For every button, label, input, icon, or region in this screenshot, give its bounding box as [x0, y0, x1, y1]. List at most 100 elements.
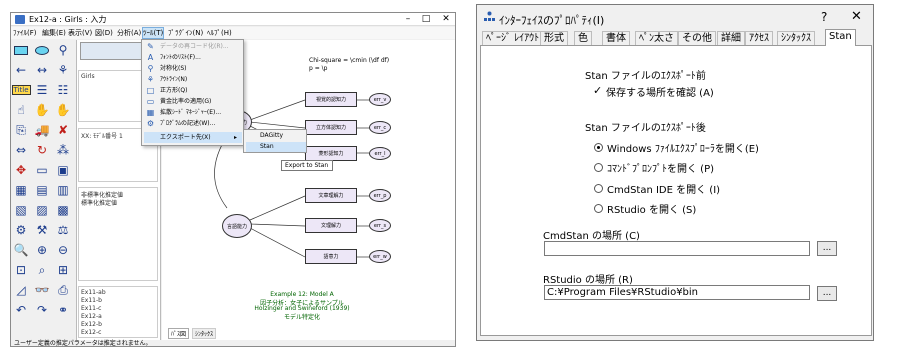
group-item[interactable]: Girls	[81, 73, 95, 80]
menu-edit[interactable]: 編集(E)	[42, 28, 66, 38]
file-item[interactable]: Ex11-b	[81, 297, 102, 304]
zoom-area-icon[interactable]: 🔍	[12, 242, 30, 258]
calculate-icon[interactable]: ▥	[54, 182, 72, 198]
move-param-icon[interactable]: ✥	[12, 162, 30, 178]
select-one-icon[interactable]: ☝	[12, 102, 30, 118]
submenu-item-stan[interactable]: Stan	[246, 142, 306, 152]
observed-node[interactable]: 文理解力	[305, 218, 357, 233]
menu-item-outline[interactable]: ⚘ ｱｳﾄﾗｲﾝ(N)	[144, 74, 242, 85]
tab-syntax[interactable]: ｼﾝﾀｯｸｽ	[777, 31, 815, 45]
rotate-icon[interactable]: ↻	[33, 142, 51, 158]
tab-typeface[interactable]: 書体	[602, 31, 630, 45]
error-node[interactable]: err_l	[369, 147, 391, 160]
error-node[interactable]: err_p	[369, 189, 391, 202]
preserve-symmetry-icon[interactable]: ⚖	[54, 222, 72, 238]
scroll-icon[interactable]: ▭	[33, 162, 51, 178]
move-icon[interactable]: 🚚	[33, 122, 51, 138]
tab-details[interactable]: 詳細	[717, 31, 745, 45]
menu-item-square[interactable]: □ 正方形(Q)	[144, 85, 242, 96]
tab-color[interactable]: 色	[574, 31, 592, 45]
maximize-icon[interactable]: □	[417, 13, 435, 25]
covariance-icon[interactable]: ↔	[33, 62, 51, 78]
tab-access[interactable]: ｱｸｾｽ	[745, 31, 773, 45]
draw-unobserved-icon[interactable]	[33, 42, 51, 58]
list-data-icon[interactable]: ☷	[54, 82, 72, 98]
menu-plugins[interactable]: ﾌﾟﾗｸﾞｲﾝ(N)	[168, 28, 203, 38]
redo-icon[interactable]: ↷	[33, 302, 51, 318]
file-item[interactable]: Ex12-a	[81, 313, 102, 320]
specification-search-icon[interactable]: ⚭	[54, 302, 72, 318]
help-button[interactable]: ?	[821, 10, 827, 24]
error-node[interactable]: err_c	[369, 121, 391, 134]
copy-clipboard-icon[interactable]: ▧	[12, 202, 30, 218]
text-output-icon[interactable]: ▨	[33, 202, 51, 218]
fit-page-icon[interactable]: ⊡	[12, 262, 30, 278]
menu-item-export[interactable]: エクスポート先(X) ▸	[144, 132, 242, 143]
menu-item-font-list[interactable]: A ﾌｫﾝﾄのﾘｽﾄ(F)...	[144, 52, 242, 63]
confirm-location-checkbox[interactable]: ✓	[593, 85, 603, 96]
copy-icon[interactable]: ⎘	[12, 122, 30, 138]
touch-up-icon[interactable]: ▣	[54, 162, 72, 178]
bayesian-icon[interactable]: ⊞	[54, 262, 72, 278]
file-item[interactable]: Ex11-ab	[81, 289, 106, 296]
menu-item-golden-ratio[interactable]: ▭ 黄金比率の適用(G)	[144, 96, 242, 107]
drag-props-icon[interactable]: ⚒	[33, 222, 51, 238]
zoom-out-icon[interactable]: ⊖	[54, 242, 72, 258]
menu-item-symmetry[interactable]: ⚲ 対称化(S)	[144, 63, 242, 74]
menu-item-recode[interactable]: ✎ データの再コード化(R)...	[144, 41, 242, 52]
menu-tools[interactable]: ﾂｰﾙ(T)	[141, 27, 165, 39]
error-node[interactable]: err_w	[369, 250, 391, 263]
cmdstan-location-input[interactable]	[544, 241, 810, 256]
degrees-freedom-icon[interactable]: ◿	[12, 282, 30, 298]
zoom-in-icon[interactable]: ⊕	[33, 242, 51, 258]
data-file-icon[interactable]: ▦	[12, 182, 30, 198]
rstudio-browse-button[interactable]: ...	[817, 286, 837, 301]
resize-icon[interactable]: ⇔	[12, 142, 30, 158]
submenu-item-dagitty[interactable]: DAGitty	[246, 131, 306, 141]
radio-open-command-prompt[interactable]	[594, 163, 603, 172]
menu-help[interactable]: ﾍﾙﾌﾟ(H)	[207, 28, 232, 38]
undo-icon[interactable]: ↶	[12, 302, 30, 318]
radio-open-rstudio[interactable]	[594, 204, 603, 213]
model-item[interactable]: XX: ﾓﾃﾞﾙ番号 1	[81, 131, 123, 140]
tab-format[interactable]: 形式	[540, 31, 568, 45]
save-icon[interactable]: ▩	[54, 202, 72, 218]
estimate-standardized[interactable]: 標準化推定値	[81, 198, 117, 207]
list-variables-icon[interactable]: ☰	[33, 82, 51, 98]
cmdstan-browse-button[interactable]: ...	[817, 241, 837, 256]
menu-item-write-program[interactable]: ⚙ ﾌﾟﾛｸﾞﾗﾑの記述(W)...	[144, 118, 242, 129]
radio-open-cmdstan-ide[interactable]	[594, 184, 603, 193]
file-item[interactable]: Ex12-c	[81, 329, 101, 336]
menu-item-seed-manager[interactable]: ▦ 拡散ｼｰﾄﾞ ﾏﾈｰｼﾞｬｰ(E)...	[144, 107, 242, 118]
menu-view[interactable]: 表示(V)	[68, 28, 92, 38]
file-item[interactable]: Ex11-c	[81, 305, 101, 312]
observed-node[interactable]: 文章理解力	[305, 188, 357, 203]
close-button[interactable]: ✕	[851, 9, 862, 24]
reflect-icon[interactable]: ⁂	[54, 142, 72, 158]
menu-analyze[interactable]: 分析(A)	[117, 28, 141, 38]
draw-indicator-icon[interactable]: ⚲	[54, 42, 72, 58]
object-props-icon[interactable]: ⚙	[12, 222, 30, 238]
select-all-icon[interactable]: ✋	[33, 102, 51, 118]
unique-var-icon[interactable]: ⚘	[54, 62, 72, 78]
deselect-icon[interactable]: ✋	[54, 102, 72, 118]
error-node[interactable]: err_v	[369, 93, 391, 106]
loupe-icon[interactable]: ⌕	[33, 262, 51, 278]
observed-node[interactable]: 菱形認知力	[305, 146, 357, 161]
tab-pen-width[interactable]: ﾍﾟﾝ太さ	[635, 31, 678, 45]
observed-node[interactable]: 立方体認知力	[305, 120, 357, 135]
close-icon[interactable]: ✕	[437, 13, 455, 25]
tab-misc[interactable]: その他	[678, 31, 716, 45]
analysis-props-icon[interactable]: ▤	[33, 182, 51, 198]
menu-file[interactable]: ﾌｧｲﾙ(F)	[13, 28, 37, 38]
observed-node[interactable]: 語意力	[305, 249, 357, 264]
file-item[interactable]: Ex12-b	[81, 321, 102, 328]
observed-node[interactable]: 視覚的認知力	[305, 92, 357, 107]
draw-observed-icon[interactable]	[12, 42, 30, 58]
error-node[interactable]: err_s	[369, 219, 391, 232]
multiple-group-icon[interactable]: 👓	[33, 282, 51, 298]
rstudio-location-input[interactable]: C:¥Program Files¥RStudio¥bin	[544, 285, 810, 300]
path-icon[interactable]: ←	[12, 62, 30, 78]
tab-stan[interactable]: Stan	[825, 29, 856, 46]
menu-diagram[interactable]: 図(D)	[95, 28, 113, 38]
